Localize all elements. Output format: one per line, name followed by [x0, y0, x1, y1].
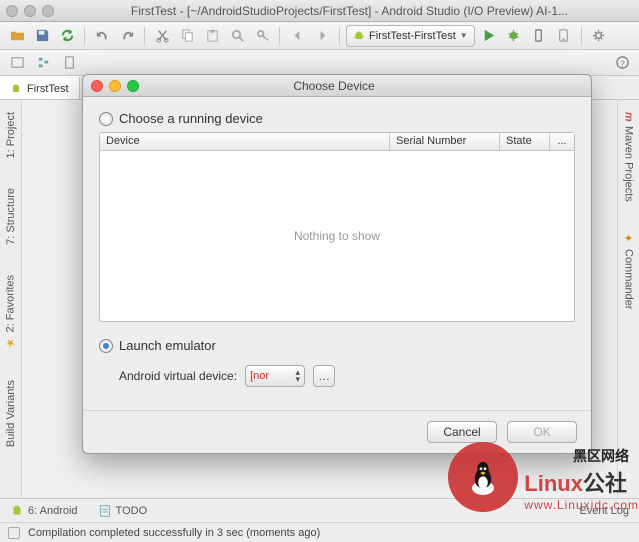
- bottom-eventlog[interactable]: Event Log: [579, 505, 629, 517]
- sync-icon[interactable]: [56, 25, 78, 47]
- device-table: Device Serial Number State ... Nothing t…: [99, 132, 575, 322]
- dialog-close-icon[interactable]: [91, 80, 103, 92]
- run-config-label: FirstTest-FirstTest: [369, 30, 456, 42]
- col-more[interactable]: ...: [550, 133, 574, 150]
- stepper-arrows-icon: ▴▾: [296, 369, 301, 383]
- ellipsis-icon: …: [318, 369, 330, 383]
- avd-value: [nor: [250, 370, 269, 382]
- col-state[interactable]: State: [500, 133, 550, 150]
- forward-icon[interactable]: [311, 25, 333, 47]
- zoom-traffic-light[interactable]: [42, 5, 54, 17]
- structure-icon[interactable]: [32, 52, 54, 74]
- back-icon[interactable]: [286, 25, 308, 47]
- table-header: Device Serial Number State ...: [100, 133, 574, 151]
- option-choose-running-device[interactable]: Choose a running device: [99, 111, 575, 126]
- sidebar-maven[interactable]: mMaven Projects: [623, 106, 635, 208]
- avd-label: Android virtual device:: [119, 369, 237, 383]
- window-title: FirstTest - [~/AndroidStudioProjects/Fir…: [66, 4, 633, 18]
- radio-icon: [99, 112, 113, 126]
- status-bar: Compilation completed successfully in 3 …: [0, 522, 639, 542]
- main-window-titlebar: FirstTest - [~/AndroidStudioProjects/Fir…: [0, 0, 639, 22]
- cut-icon[interactable]: [151, 25, 173, 47]
- open-icon[interactable]: [6, 25, 28, 47]
- secondary-toolbar: ?: [0, 50, 639, 76]
- avd-row: Android virtual device: [nor ▴▾ …: [119, 365, 575, 387]
- option-launch-label: Launch emulator: [119, 338, 216, 353]
- avd-browse-button[interactable]: …: [313, 365, 335, 387]
- status-indicator-icon[interactable]: [8, 527, 20, 539]
- sidebar-structure[interactable]: 7: Structure: [5, 182, 17, 251]
- minimize-traffic-light[interactable]: [24, 5, 36, 17]
- cancel-button[interactable]: Cancel: [427, 421, 497, 443]
- device-icon[interactable]: [528, 25, 550, 47]
- avd-icon[interactable]: [553, 25, 575, 47]
- help-icon[interactable]: ?: [611, 52, 633, 74]
- close-traffic-light[interactable]: [6, 5, 18, 17]
- settings-icon[interactable]: [588, 25, 610, 47]
- redo-icon[interactable]: [116, 25, 138, 47]
- dialog-titlebar: Choose Device: [83, 75, 591, 97]
- project-icon[interactable]: [6, 52, 28, 74]
- dialog-zoom-icon[interactable]: [127, 80, 139, 92]
- svg-text:?: ?: [620, 58, 625, 68]
- paste-icon[interactable]: [201, 25, 223, 47]
- sidebar-build-variants[interactable]: Build Variants: [5, 374, 17, 453]
- sidebar-commander[interactable]: ✦Commander: [622, 226, 635, 316]
- main-toolbar: FirstTest-FirstTest ▼: [0, 22, 639, 50]
- sidebar-project[interactable]: 1: Project: [5, 106, 17, 164]
- chevron-down-icon: ▼: [460, 31, 468, 40]
- editor-tab[interactable]: FirstTest: [0, 76, 80, 99]
- save-icon[interactable]: [31, 25, 53, 47]
- run-configuration-selector[interactable]: FirstTest-FirstTest ▼: [346, 25, 475, 47]
- right-tool-gutter: mMaven Projects ✦Commander: [617, 100, 639, 498]
- undo-icon[interactable]: [91, 25, 113, 47]
- choose-device-dialog: Choose Device Choose a running device De…: [82, 74, 592, 454]
- bottom-todo[interactable]: TODO: [98, 504, 148, 518]
- col-serial[interactable]: Serial Number: [390, 133, 500, 150]
- copy-icon[interactable]: [176, 25, 198, 47]
- bottom-android[interactable]: 6: Android: [10, 504, 78, 518]
- run-icon[interactable]: [478, 25, 500, 47]
- ok-button[interactable]: OK: [507, 421, 577, 443]
- left-tool-gutter: 1: Project 7: Structure ★2: Favorites Bu…: [0, 100, 22, 498]
- tab-label: FirstTest: [27, 83, 69, 95]
- debug-icon[interactable]: [503, 25, 525, 47]
- option-launch-emulator[interactable]: Launch emulator: [99, 338, 575, 353]
- dialog-minimize-icon[interactable]: [109, 80, 121, 92]
- window-controls: [6, 5, 54, 17]
- col-device[interactable]: Device: [100, 133, 390, 150]
- status-message: Compilation completed successfully in 3 …: [28, 527, 320, 539]
- table-empty-message: Nothing to show: [100, 151, 574, 321]
- radio-icon: [99, 339, 113, 353]
- replace-icon[interactable]: [251, 25, 273, 47]
- dialog-title: Choose Device: [139, 79, 529, 93]
- option-running-label: Choose a running device: [119, 111, 263, 126]
- navigate-icon[interactable]: [58, 52, 80, 74]
- dialog-buttons: Cancel OK: [83, 410, 591, 453]
- find-icon[interactable]: [226, 25, 248, 47]
- avd-selector[interactable]: [nor ▴▾: [245, 365, 305, 387]
- watermark-cn: 黑区网络: [573, 446, 629, 466]
- sidebar-favorites[interactable]: ★2: Favorites: [4, 269, 17, 355]
- bottom-toolbar: 6: Android TODO Event Log: [0, 498, 639, 522]
